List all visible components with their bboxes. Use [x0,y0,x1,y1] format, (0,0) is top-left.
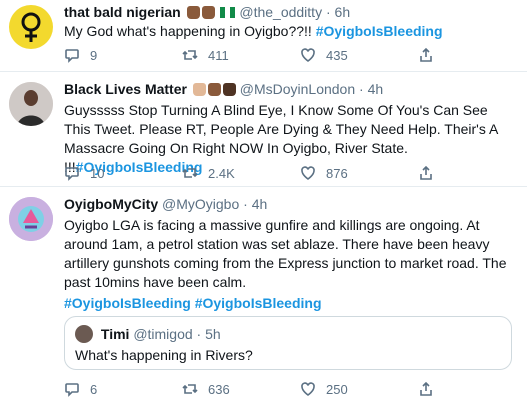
display-name[interactable]: Black Lives Matter [64,81,187,97]
quoted-user-handle: @timigod [133,326,193,342]
share-icon [420,47,432,62]
display-name[interactable]: that bald nigerian [64,4,181,20]
raised-fist-emoji [192,83,206,96]
retweet-count: 411 [208,47,229,63]
reply-count: 6 [90,381,98,397]
reply-icon [65,49,79,63]
reply-count: 10 [90,165,105,181]
avatar[interactable] [9,197,53,241]
tweet-actions: 6 636 250 [64,381,527,397]
share-button[interactable] [418,47,527,63]
retweet-button[interactable]: 2.4K [182,165,300,181]
separator: · [359,81,364,97]
quoted-avatar [75,325,93,343]
tweet[interactable]: Black Lives Matter @MsDoyinLondon · 4h G… [0,72,527,187]
retweet-button[interactable]: 411 [182,47,300,63]
tweet-header: Black Lives Matter @MsDoyinLondon · 4h [64,80,517,98]
tweet-actions: 9 411 435 [64,47,527,63]
raised-fist-emoji [201,6,215,19]
like-button[interactable]: 876 [300,165,418,181]
retweet-icon [182,50,198,60]
quoted-display-name: Timi [100,326,130,342]
share-icon [420,381,432,396]
reply-icon [65,167,79,181]
hashtag-link[interactable]: #OyigboIsBleeding [316,23,443,39]
quoted-tweet-header: Timi @timigod · 5h [75,325,221,343]
timestamp[interactable]: 4h [368,81,384,97]
tweet-header: OyigboMyCity @MyOyigbo · 4h [64,195,517,213]
tweet-hashtags: #OyigboIsBleeding #OyigboIsBleeding [64,294,517,313]
timeline: that bald nigerian @the_odditty · 6h My … [0,0,527,402]
tweet-body: Oyigbo LGA is facing a massive gunfire a… [64,217,507,290]
tweet-body: My God what's happening in Oyigbo??!! [64,23,312,39]
like-count: 876 [326,165,348,181]
reply-icon [65,383,79,397]
tweet-text: Oyigbo LGA is facing a massive gunfire a… [64,216,517,292]
separator: · [243,196,248,212]
share-icon [420,165,432,180]
venus-symbol-icon [21,12,41,42]
retweet-icon [182,168,198,178]
tweet[interactable]: that bald nigerian @the_odditty · 6h My … [0,0,527,72]
tweet-actions: 10 2.4K 876 [64,165,527,181]
hashtag-link[interactable]: #OyigboIsBleeding [64,295,191,311]
user-handle[interactable]: @the_odditty [239,4,322,20]
tweet-header: that bald nigerian @the_odditty · 6h [64,3,517,21]
avatar[interactable] [9,82,53,126]
hashtag-link[interactable]: #OyigboIsBleeding [195,295,322,311]
nigeria-flag-icon [220,4,236,18]
timestamp[interactable]: 6h [335,4,351,20]
reply-button[interactable]: 9 [64,47,182,63]
timestamp[interactable]: 4h [252,196,268,212]
quoted-tweet-text: What's happening in Rivers? [75,347,253,363]
retweet-icon [182,384,198,394]
quoted-timestamp: 5h [205,326,221,342]
retweet-count: 2.4K [208,165,235,181]
reply-button[interactable]: 10 [64,165,182,181]
separator: · [196,326,202,342]
like-icon [301,382,315,396]
separator: · [325,4,331,20]
raised-fist-emoji [222,83,236,96]
raised-fist-emoji [186,6,200,19]
reply-count: 9 [90,47,98,63]
like-button[interactable]: 435 [300,47,418,63]
user-handle[interactable]: @MsDoyinLondon [240,81,355,97]
like-count: 250 [326,381,348,397]
share-button[interactable] [418,381,527,397]
retweet-button[interactable]: 636 [182,381,300,397]
city-logo-icon [9,197,53,241]
like-button[interactable]: 250 [300,381,418,397]
quoted-tweet[interactable]: Timi @timigod · 5h What's happening in R… [64,316,512,370]
like-icon [301,48,315,62]
profile-photo-icon [9,82,53,126]
avatar[interactable] [9,5,53,49]
raised-fist-emoji [207,83,221,96]
user-handle[interactable]: @MyOyigbo [162,196,239,212]
like-count: 435 [326,47,348,63]
tweet[interactable]: OyigboMyCity @MyOyigbo · 4h Oyigbo LGA i… [0,187,527,402]
share-button[interactable] [418,165,527,181]
tweet-text: My God what's happening in Oyigbo??!! #O… [64,22,517,41]
display-name[interactable]: OyigboMyCity [64,196,158,212]
like-icon [301,166,315,180]
retweet-count: 636 [208,381,230,397]
reply-button[interactable]: 6 [64,381,182,397]
